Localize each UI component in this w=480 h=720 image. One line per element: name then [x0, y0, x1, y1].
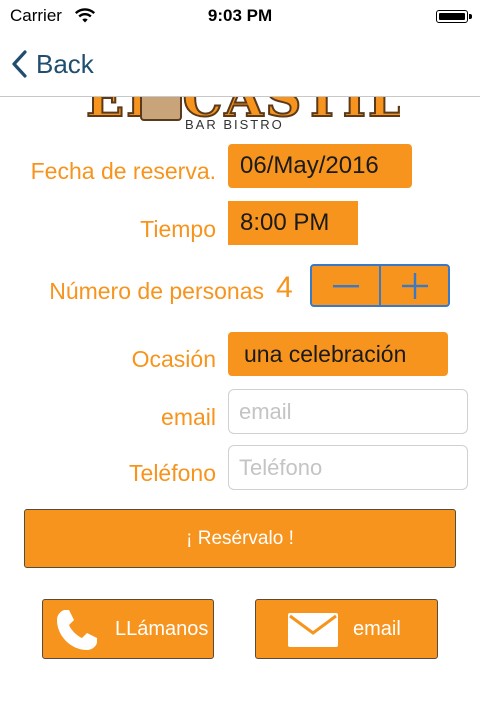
time-label: Tiempo [140, 216, 216, 242]
date-value: 06/May/2016 [240, 152, 379, 179]
call-label: LLámanos [115, 618, 209, 640]
people-count: 4 [276, 271, 293, 304]
email-button-label: email [353, 618, 401, 640]
occasion-label: Ocasión [131, 346, 216, 372]
minus-icon [332, 284, 359, 287]
phone-input[interactable] [228, 445, 468, 490]
occasion-value: una celebración [244, 340, 407, 367]
occasion-field[interactable]: una celebración [228, 332, 448, 376]
decrement-button[interactable] [312, 266, 379, 305]
email-button[interactable]: email [255, 599, 438, 659]
chevron-left-icon [12, 50, 27, 78]
back-button[interactable]: Back [10, 44, 94, 84]
mail-icon [288, 613, 338, 647]
email-input[interactable] [228, 389, 468, 434]
battery-icon [436, 10, 472, 23]
increment-button[interactable] [381, 266, 448, 305]
date-field[interactable]: 06/May/2016 [228, 144, 412, 188]
reserve-button[interactable]: ¡ Resérvalo ! [24, 509, 456, 568]
phone-label: Teléfono [129, 460, 216, 486]
tower-icon [140, 97, 182, 121]
phone-icon [57, 610, 97, 650]
status-time: 9:03 PM [207, 6, 273, 25]
call-button[interactable]: LLámanos [42, 599, 214, 659]
time-field[interactable]: 8:00 PM [228, 201, 358, 245]
email-label: email [161, 404, 216, 430]
back-label: Back [36, 48, 94, 79]
time-value: 8:00 PM [240, 209, 330, 236]
reserve-label: ¡ Resérvalo ! [186, 527, 294, 549]
people-label: Número de personas [49, 278, 264, 304]
people-stepper[interactable] [310, 264, 450, 307]
plus-icon [401, 272, 428, 299]
logo-subtitle: BAR BISTRO [185, 117, 284, 132]
status-bar: Carrier 9:03 PM [0, 0, 480, 32]
date-label: Fecha de reserva. [30, 158, 216, 184]
